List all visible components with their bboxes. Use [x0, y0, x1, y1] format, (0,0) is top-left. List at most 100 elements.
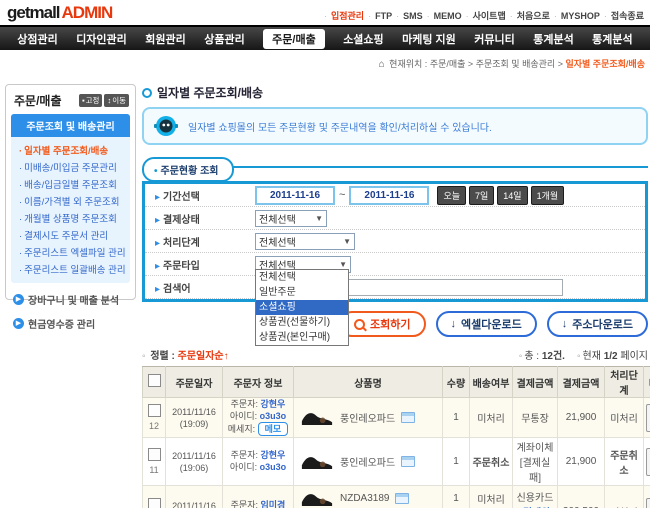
top-link-사이트맵[interactable]: 사이트맵 [473, 9, 506, 22]
sidebar-badge-고정[interactable]: 고정 [79, 94, 102, 107]
row-checkbox[interactable] [148, 448, 161, 461]
sidebar-item-일자별 주문조회/배송[interactable]: 일자별 주문조회/배송 [19, 141, 130, 158]
period-button-1개월[interactable]: 1개월 [531, 186, 565, 205]
nav-item-마케팅 지원[interactable]: 마케팅 지원 [402, 31, 456, 47]
search-button[interactable]: 조회하기 [339, 311, 425, 337]
nav-item-통계분석[interactable]: 통계분석 [533, 31, 573, 47]
order-type-dropdown: 전체선택일반주문소셜쇼핑상품권(선물하기)상품권(본인구매) [255, 269, 349, 346]
top-link-처음으로[interactable]: 처음으로 [517, 9, 550, 22]
user-id[interactable]: o3u3o [260, 411, 287, 421]
nav-item-디자인관리[interactable]: 디자인관리 [76, 31, 127, 47]
delivery-status-cell: 미처리 [470, 398, 513, 438]
nav-item-상품관리[interactable]: 상품관리 [204, 31, 244, 47]
search-form: ▸기간선택 ~ 오늘7일14일1개월 ▸결제상태 전체선택▼ ▸처리단계 [142, 181, 648, 302]
pay-state-select[interactable]: 전체선택▼ [255, 210, 327, 227]
sidebar-item-주문리스트 엑셀파일 관리[interactable]: 주문리스트 엑셀파일 관리 [19, 243, 130, 260]
home-icon: ⌂ [379, 59, 385, 70]
sidebar-item-이름/가격별 외 주문조회[interactable]: 이름/가격별 외 주문조회 [19, 192, 130, 209]
period-button-14일[interactable]: 14일 [497, 186, 527, 205]
pay-method-cell: 무통장 [513, 398, 558, 438]
row-number: 12 [145, 421, 163, 431]
download-arrow-icon: ↓ [451, 318, 457, 330]
period-button-7일[interactable]: 7일 [469, 186, 494, 205]
period-label: ▸기간선택 [145, 188, 255, 203]
dropdown-option-일반주문[interactable]: 일반주문 [256, 285, 348, 300]
nav-item-소셜쇼핑[interactable]: 소셜쇼핑 [343, 31, 383, 47]
orderer-label: 주문자: [231, 399, 258, 409]
address-download-button[interactable]: ↓ 주소다운로드 [547, 311, 648, 337]
sidebar-link-장바구니 및 매출 분석[interactable]: ▶장바구니 및 매출 분석 [13, 292, 135, 307]
page-indicator: ◦현재 1/2 페이지 [577, 347, 648, 362]
dropdown-option-상품권(본인구매)[interactable]: 상품권(본인구매) [256, 330, 348, 345]
row-checkbox[interactable] [148, 404, 161, 417]
stage-label: ▸처리단계 [145, 234, 255, 249]
product-cell: 풍인레오파드 [294, 398, 443, 438]
nav-item-회원관리[interactable]: 회원관리 [145, 31, 185, 47]
sidebar-link-현금영수증 관리[interactable]: ▶현금영수증 관리 [13, 316, 135, 331]
user-id[interactable]: o3u3o [260, 462, 287, 472]
sidebar-item-배송/입금일별 주문조회[interactable]: 배송/입금일별 주문조회 [19, 175, 130, 192]
sidebar-item-미배송/미입금 주문관리[interactable]: 미배송/미입금 주문관리 [19, 158, 130, 175]
top-links: ·입점관리·FTP·SMS·MEMO·사이트맵·처음으로·MYSHOP·접속종료 [324, 9, 644, 22]
logo-getmall: getmall [7, 3, 60, 22]
chevron-down-icon: ▼ [315, 214, 323, 223]
preview-monitor-icon[interactable] [401, 412, 415, 423]
row-checkbox[interactable] [148, 498, 161, 508]
select-all-checkbox[interactable] [148, 374, 161, 387]
sidebar-badge-이동[interactable]: 이동 [104, 94, 129, 107]
dropdown-option-상품권(선물하기)[interactable]: 상품권(선물하기) [256, 315, 348, 330]
period-button-오늘[interactable]: 오늘 [437, 186, 466, 205]
delete-button[interactable]: 삭제 [646, 498, 650, 508]
excel-download-button[interactable]: ↓ 엑셀다운로드 [436, 311, 537, 337]
sidebar-link-label: 현금영수증 관리 [28, 316, 95, 331]
amount-cell: 21,900 [558, 398, 605, 438]
top-link-MYSHOP[interactable]: MYSHOP [561, 11, 600, 21]
label-arrow-icon: ▸ [155, 284, 160, 295]
dropdown-option-전체선택[interactable]: 전체선택 [256, 270, 348, 285]
date-from-input[interactable] [255, 186, 335, 205]
header-checkbox-cell [143, 367, 166, 398]
top-link-입점관리[interactable]: 입점관리 [331, 9, 364, 22]
product-image [300, 408, 334, 427]
table-row: 102011/11/16(17:59)주문자: 임미경아이디: mimilimN… [143, 486, 650, 508]
memo-button[interactable]: 메모 [258, 422, 289, 436]
stage-select[interactable]: 전체선택▼ [255, 233, 355, 250]
sidebar-item-주문리스트 일괄배송 관리[interactable]: 주문리스트 일괄배송 관리 [19, 260, 130, 277]
form-row-stage: ▸처리단계 전체선택▼ [145, 230, 645, 253]
sidebar-link-label: 장바구니 및 매출 분석 [28, 292, 119, 307]
date-to-input[interactable] [349, 186, 429, 205]
row-number: 11 [145, 465, 163, 475]
top-link-접속종료[interactable]: 접속종료 [611, 9, 644, 22]
top-link-SMS[interactable]: SMS [403, 11, 423, 21]
amount-cell: 21,900 [558, 438, 605, 486]
magnifier-icon [354, 319, 365, 330]
nav-item-주문/매출[interactable]: 주문/매출 [263, 29, 325, 49]
nav-item-커뮤니티[interactable]: 커뮤니티 [474, 31, 514, 47]
orderer-name[interactable]: 강현우 [261, 399, 286, 409]
id-label: 아이디: [230, 411, 257, 421]
top-link-FTP[interactable]: FTP [375, 11, 392, 21]
delete-button[interactable]: 삭제 [646, 448, 650, 476]
top-link-MEMO[interactable]: MEMO [434, 11, 462, 21]
sort-control[interactable]: ◦ 정렬 : 주문일자순↑ [142, 347, 229, 362]
sidebar-item-결제시도 주문서 관리[interactable]: 결제시도 주문서 관리 [19, 226, 130, 243]
preview-monitor-icon[interactable] [395, 493, 409, 504]
label-arrow-icon: ▸ [155, 261, 160, 272]
sidebar-items: 일자별 주문조회/배송미배송/미입금 주문관리배송/입금일별 주문조회이름/가격… [11, 141, 130, 277]
orderer-name[interactable]: 임미경 [261, 500, 286, 508]
nav-item-통계분석[interactable]: 통계분석 [592, 31, 632, 47]
sort-value[interactable]: 주문일자순↑ [178, 351, 229, 362]
info-text: 일자별 쇼핑몰의 모든 주문현황 및 주문내역을 확인/처리하실 수 있습니다. [188, 119, 492, 134]
row-select-cell: 12 [143, 398, 166, 438]
delete-button[interactable]: 삭제 [646, 404, 650, 432]
preview-monitor-icon[interactable] [401, 456, 415, 467]
sidebar-item-개월별 상품명 주문조회[interactable]: 개월별 상품명 주문조회 [19, 209, 130, 226]
orderer-cell: 주문자: 임미경아이디: mimilim [223, 486, 294, 508]
nav-item-상점관리[interactable]: 상점관리 [17, 31, 57, 47]
orderer-cell: 주문자: 강현우아이디: o3u3o [223, 438, 294, 486]
logo[interactable]: getmallADMIN [7, 3, 112, 23]
orderer-name[interactable]: 강현우 [261, 450, 286, 460]
form-row-order-type: ▸주문타입 전체선택▼ [145, 253, 645, 276]
dropdown-option-소셜쇼핑[interactable]: 소셜쇼핑 [256, 300, 348, 315]
delivery-status-cell: 미처리 [470, 486, 513, 508]
